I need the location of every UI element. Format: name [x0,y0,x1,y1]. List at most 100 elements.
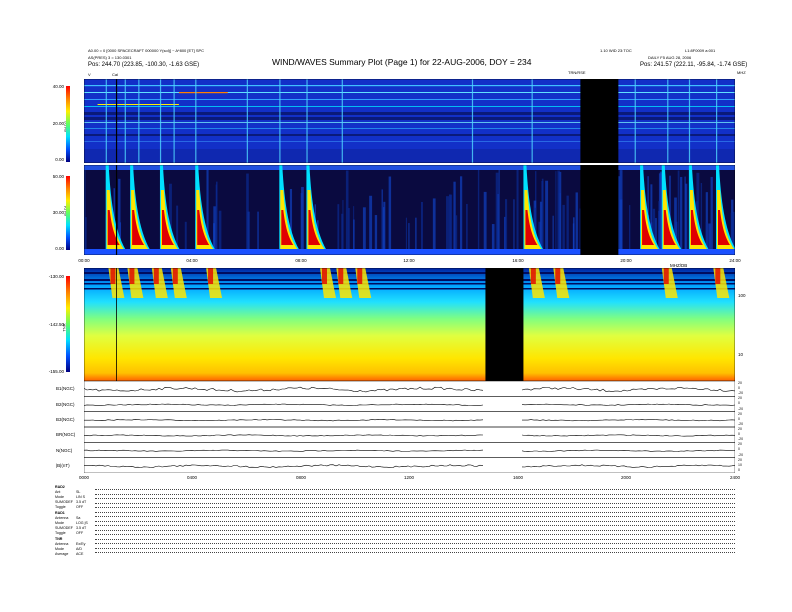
header-info-left-1: A0.00 = 0 [0000 SPACECRAFT 000000 Y(sol)… [88,48,205,53]
rad2-burst-16 [716,79,718,163]
anc-xtick-0: 0000 [78,475,89,480]
rad2-band-8 [84,134,735,136]
rad1-texture-2 [575,192,578,255]
param-tnr-val-1: A/D [76,547,82,551]
rad-xtick-6: 24:00 [729,258,741,263]
anc-series-4 [84,449,735,452]
rad-xtick-3: 12:00 [403,258,415,263]
anc-row-label-4: N(NGC) [56,447,73,453]
rad2-burst-10 [471,79,474,163]
param-dotted-rule-2 [95,498,735,499]
rad1-texture-128 [337,204,340,255]
anc-row-frame-5 [84,457,735,473]
rad1-texture-27 [566,195,569,255]
rad1-texture-92 [557,170,561,255]
rad2-band-2 [84,99,735,100]
rad1-texture-6 [684,183,688,255]
anc-xtick-5: 2000 [620,475,631,480]
tnr-right-tick-100: 100 [738,293,746,298]
rad1-texture-73 [680,176,683,255]
rad1-texture-74 [432,198,436,255]
rad2-burst-4 [173,79,175,163]
rad2-data-gap [580,79,619,163]
rad1-texture-103 [505,199,508,255]
rad1-texture-38 [658,201,660,255]
param-dotted-rule-10 [95,534,735,535]
param-rad2-key-1: Mode [55,495,64,499]
anc-row-5-tick-2: 0 [738,467,740,472]
tnr-burst-core-8 [530,268,536,284]
rad1-texture-122 [420,201,423,255]
anc-row-label-1: B2(NGC) [56,401,75,407]
ancillary-lines-svg [84,381,735,473]
summary-plot-page: A0.00 = 0 [0000 SPACECRAFT 000000 Y(sol)… [0,0,792,612]
param-dotted-rule-11 [95,538,735,540]
rad1-texture-72 [218,210,222,255]
tnr-ytick-top: -130.00 [48,274,64,279]
rad1-spectrogram [84,165,735,255]
param-dotted-rule-13 [95,547,735,549]
param-tnr-title: TNR [55,537,63,541]
param-dotted-rule-1 [95,493,735,495]
param-dotted-rule-5 [95,511,735,513]
tnr-burst-core-2 [153,268,159,284]
param-tnr-val-2: ACE [76,552,84,556]
param-rad2-val-3: OFF [76,505,84,509]
param-rad2-key-2: SUMODEF [55,500,73,504]
rad1-spectrogram-svg [84,165,735,255]
anc-xtick-6: 2400 [729,475,740,480]
rad2-burst-15 [688,79,691,163]
rad1-texture-119 [459,176,463,255]
header-info-right-2: L1:8F0009 a:001 [685,48,716,53]
rad2-burst-14 [667,79,669,163]
param-rad2-key-0: Ant [55,490,61,494]
param-rad2-val-1: LIN S [76,495,85,499]
rad2-band-5 [84,117,735,120]
header-info-right-3: DAILY F5 AUG 28, 2006 [648,55,692,60]
rad1-bottom-strip [84,249,735,255]
rad2-burst-1 [124,79,126,163]
rad1-texture-42 [495,172,499,255]
rad2-band-0 [84,85,735,87]
param-rad2-val-0: SL [76,490,81,494]
tnr-burst-core-9 [555,268,561,284]
rad1-data-gap [580,165,619,255]
rad1-texture-8 [628,205,631,255]
rad1-texture-67 [453,181,456,255]
tnr-ytick-mid: -142.50 [48,322,64,327]
rad2-band-4 [84,112,735,115]
param-dotted-rule-8 [95,525,735,526]
param-rad1-key-1: Mode [55,521,64,525]
anc-row-label-2: B3(NGC) [56,416,75,422]
rad2-burst-7 [279,79,281,163]
param-tnr-key-0: Antenna [55,542,69,546]
rad1-texture-52 [555,171,557,255]
tnr-burst-core-5 [321,268,327,284]
anc-row-label-3: BR(NGC) [56,432,76,438]
anc-xtick-3: 1200 [403,475,414,480]
trn-rse-marker: TRN/RSE [568,70,586,75]
rad1-texture-49 [513,199,515,255]
rad1-top-strip [84,165,735,170]
anc-series-2 [84,418,735,422]
anc-row-label-0: B1(NGC) [56,386,75,392]
param-rad1-val-3: OFF [76,531,84,535]
header-info-left-2: AS(PRES) 3 = 130.0301 [88,55,132,60]
rad1-texture-99 [388,176,392,255]
anc-xtick-1: 0400 [186,475,197,480]
rad2-band-7 [84,128,735,129]
tnr-right-tick-10: 10 [738,352,744,357]
ancillary-panel [84,381,735,473]
rad2-burst-0 [105,79,107,163]
rad2-band-hot [178,92,228,94]
param-dotted-rule-9 [95,529,735,531]
mhz-corner-label: MHZ [737,70,746,75]
rad1-texture-76 [341,213,344,255]
rad2-burst-3 [159,79,162,163]
rad2-burst-11 [531,79,533,163]
rad2-low-band [84,149,735,163]
rad2-band-9 [84,141,735,142]
rad1-texture-71 [545,180,549,255]
param-rad2-val-2: 3.5 dT [76,500,87,504]
rad2-burst-13 [634,79,636,163]
